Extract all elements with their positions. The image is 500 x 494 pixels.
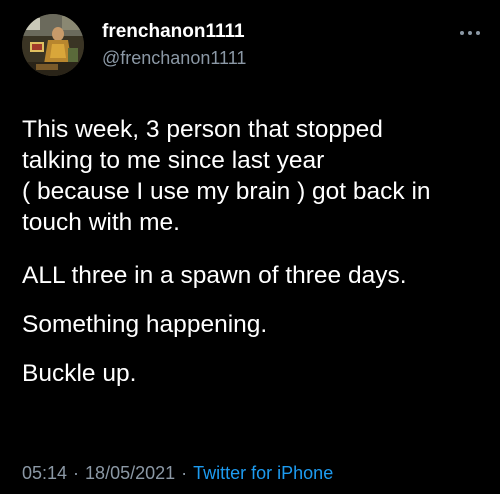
tweet: frenchanon1111 @frenchanon1111 This week… [0, 0, 500, 494]
tweet-metadata: 05:14 · 18/05/2021 · Twitter for iPhone [22, 462, 333, 484]
tweet-line: ( because I use my brain ) got back in [22, 178, 431, 205]
tweet-line: This week, 3 person that stopped [22, 116, 383, 143]
avatar[interactable] [22, 14, 84, 76]
more-horizontal-icon[interactable] [458, 26, 482, 40]
tweet-source-link[interactable]: Twitter for iPhone [193, 463, 333, 483]
author-names: frenchanon1111 @frenchanon1111 [102, 20, 246, 70]
tweet-time[interactable]: 05:14 [22, 463, 67, 483]
user-handle[interactable]: @frenchanon1111 [102, 46, 246, 70]
display-name[interactable]: frenchanon1111 [102, 20, 246, 44]
painting-avatar-icon [22, 14, 84, 76]
tweet-text: This week, 3 person that stopped talking… [22, 114, 482, 407]
tweet-paragraph: ALL three in a spawn of three days. [22, 262, 407, 289]
tweet-date[interactable]: 18/05/2021 [85, 463, 175, 483]
tweet-line: touch with me. [22, 209, 180, 236]
tweet-line: talking to me since last year [22, 147, 325, 174]
tweet-paragraph: Buckle up. [22, 360, 137, 387]
separator-dot: · [73, 463, 80, 483]
separator-dot: · [181, 463, 188, 483]
tweet-header: frenchanon1111 @frenchanon1111 [22, 14, 482, 76]
tweet-paragraph: This week, 3 person that stopped talking… [22, 114, 482, 238]
tweet-paragraph: Something happening. [22, 311, 268, 338]
